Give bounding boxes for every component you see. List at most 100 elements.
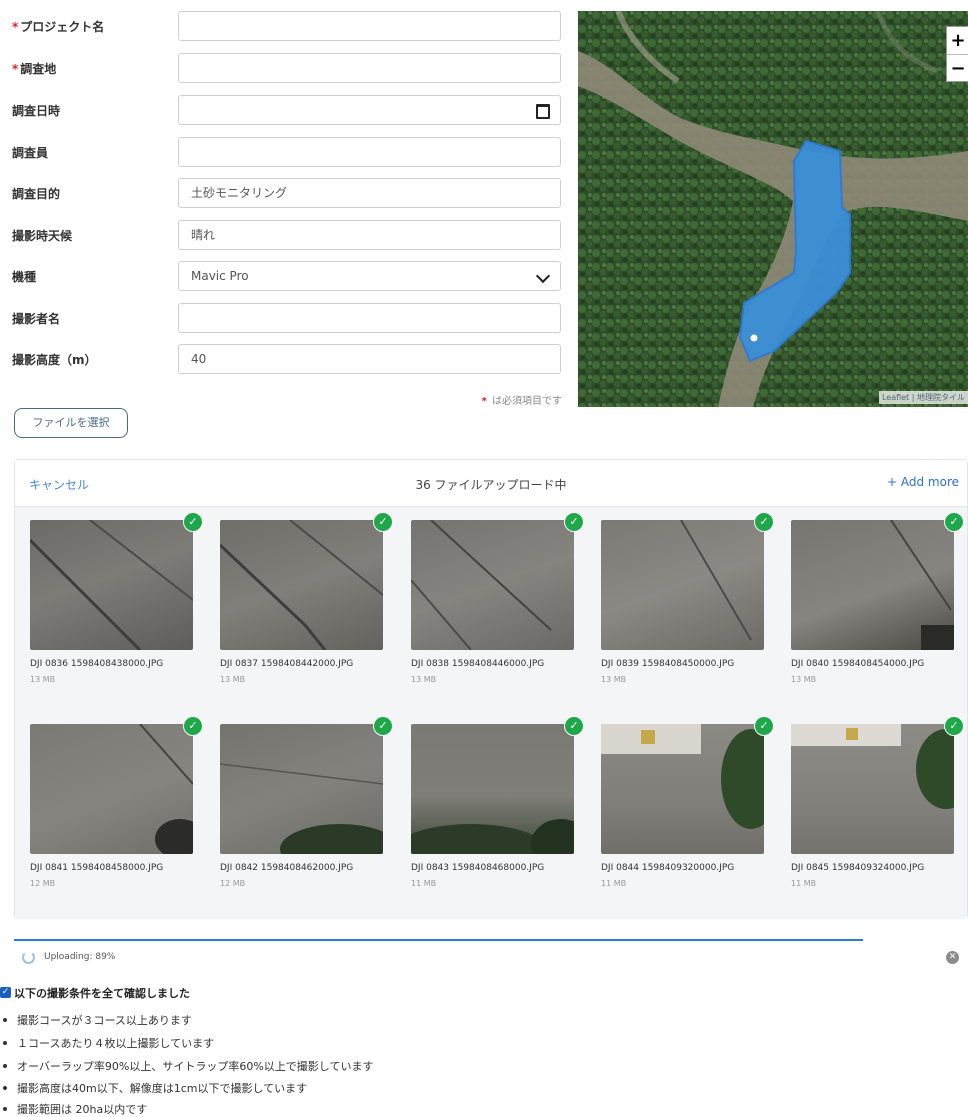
confirm-conditions-checkbox[interactable]: ✓ [0,987,11,998]
file-size: 11 MB [791,879,817,888]
file-size: 13 MB [30,675,56,684]
file-size: 13 MB [220,675,246,684]
map-attribution[interactable]: Leaflet | 地理院タイル [878,391,968,404]
aircraft-model-select[interactable]: Mavic Pro [178,261,561,291]
file-size: 13 MB [791,675,817,684]
file-size: 12 MB [220,879,246,888]
file-thumbnail [791,724,954,854]
file-tile[interactable]: ✓ DJI 0837 1598408442000.JPG 13 MB [220,512,393,700]
file-thumbnail [601,724,764,854]
zoom-out-button[interactable]: − [947,54,968,82]
upload-complete-check-icon: ✓ [183,716,203,736]
calendar-icon[interactable] [536,104,550,119]
confirm-conditions-label[interactable]: 以下の撮影条件を全て確認しました [14,985,190,1001]
file-name: DJI 0837 1598408442000.JPG [220,659,354,669]
file-name: DJI 0836 1598408438000.JPG [30,659,164,669]
upload-status-title: 36 ファイルアップロード中 [415,478,567,492]
file-tile[interactable]: ✓ DJI 0838 1598408446000.JPG 13 MB [411,512,584,700]
required-mark: * [12,62,19,76]
required-note: * は必須項目です [481,396,562,407]
file-tile[interactable]: ✓ DJI 0840 1598408454000.JPG 13 MB [791,512,964,700]
file-name: DJI 0841 1598408458000.JPG [30,863,164,873]
zoom-in-button[interactable]: + [947,27,968,54]
weather-row: 撮影時天候 晴れ [0,220,566,252]
upload-complete-check-icon: ✓ [564,512,584,532]
file-size: 12 MB [30,879,56,888]
file-name: DJI 0839 1598408450000.JPG [601,659,735,669]
chevron-down-icon [535,268,551,284]
survey-purpose-row: 調査目的 土砂モニタリング [0,178,566,210]
map-view[interactable]: + − Leaflet | 地理院タイル [578,11,968,407]
upload-progress-bar [14,939,863,941]
upload-complete-check-icon: ✓ [944,716,964,736]
file-tile[interactable]: ✓ DJI 0845 1598409324000.JPG 11 MB [791,716,964,904]
survey-datetime-row: 調査日時 [0,95,566,127]
survey-purpose-input[interactable]: 土砂モニタリング [178,178,561,208]
upload-complete-check-icon: ✓ [373,716,393,736]
upload-complete-check-icon: ✓ [373,512,393,532]
altitude-label: 撮影高度（m） [12,353,97,367]
uploader-header: キャンセル 36 ファイルアップロード中 + Add more [15,460,967,507]
file-select-button[interactable]: ファイルを選択 [14,408,128,438]
aircraft-model-row: 機種 Mavic Pro [0,261,566,293]
start-point-marker [750,334,758,342]
photographer-input[interactable] [178,303,561,333]
file-tile[interactable]: ✓ DJI 0843 1598408468000.JPG 11 MB [411,716,584,904]
file-name: DJI 0844 1598409320000.JPG [601,863,735,873]
file-thumbnail [30,724,193,854]
surveyor-row: 調査員 [0,137,566,169]
file-name: DJI 0840 1598408454000.JPG [791,659,925,669]
satellite-imagery [578,11,968,407]
file-thumbnail [220,724,383,854]
file-thumbnail [30,520,193,650]
file-uploader: キャンセル 36 ファイルアップロード中 + Add more ✓ DJI 08… [14,459,968,919]
altitude-row: 撮影高度（m） 40 [0,344,566,376]
weather-label: 撮影時天候 [12,229,73,243]
file-grid: ✓ DJI 0836 1598408438000.JPG 13 MB ✓ DJI… [15,507,967,919]
aircraft-model-value: Mavic Pro [191,269,249,283]
upload-complete-check-icon: ✓ [754,512,774,532]
file-thumbnail [791,520,954,650]
surveyor-label: 調査員 [12,146,49,160]
file-thumbnail [220,520,383,650]
photographer-label: 撮影者名 [12,312,61,326]
survey-purpose-label: 調査目的 [12,187,61,201]
survey-datetime-input[interactable] [178,95,561,125]
file-thumbnail [601,520,764,650]
surveyor-input[interactable] [178,137,561,167]
zoom-control: + − [946,26,968,82]
file-size: 13 MB [411,675,437,684]
file-thumbnail [411,520,574,650]
file-name: DJI 0842 1598408462000.JPG [220,863,354,873]
file-name: DJI 0845 1598409324000.JPG [791,863,925,873]
file-size: 11 MB [411,879,437,888]
close-icon[interactable]: ✕ [946,951,959,964]
survey-datetime-label: 調査日時 [12,104,61,118]
add-more-button[interactable]: + Add more [887,475,959,489]
survey-site-row: * 調査地 [0,53,566,85]
file-name: DJI 0843 1598408468000.JPG [411,863,545,873]
file-tile[interactable]: ✓ DJI 0841 1598408458000.JPG 12 MB [30,716,203,904]
upload-complete-check-icon: ✓ [564,716,584,736]
weather-input[interactable]: 晴れ [178,220,561,250]
file-thumbnail [411,724,574,854]
survey-site-input[interactable] [178,53,561,83]
required-mark: * [12,20,19,34]
project-name-row: * プロジェクト名 [0,11,566,43]
file-tile[interactable]: ✓ DJI 0836 1598408438000.JPG 13 MB [30,512,203,700]
file-tile[interactable]: ✓ DJI 0839 1598408450000.JPG 13 MB [601,512,774,700]
upload-complete-check-icon: ✓ [754,716,774,736]
file-name: DJI 0838 1598408446000.JPG [411,659,545,669]
altitude-input[interactable]: 40 [178,344,561,374]
project-name-input[interactable] [178,11,561,41]
loading-spinner-icon [22,951,35,964]
upload-complete-check-icon: ✓ [944,512,964,532]
upload-complete-check-icon: ✓ [183,512,203,532]
upload-progress-text: Uploading: 89% [44,952,116,962]
photographer-row: 撮影者名 [0,303,566,335]
file-tile[interactable]: ✓ DJI 0844 1598409320000.JPG 11 MB [601,716,774,904]
file-size: 13 MB [601,675,627,684]
file-tile[interactable]: ✓ DJI 0842 1598408462000.JPG 12 MB [220,716,393,904]
project-name-label: * プロジェクト名 [12,20,105,34]
file-size: 11 MB [601,879,627,888]
